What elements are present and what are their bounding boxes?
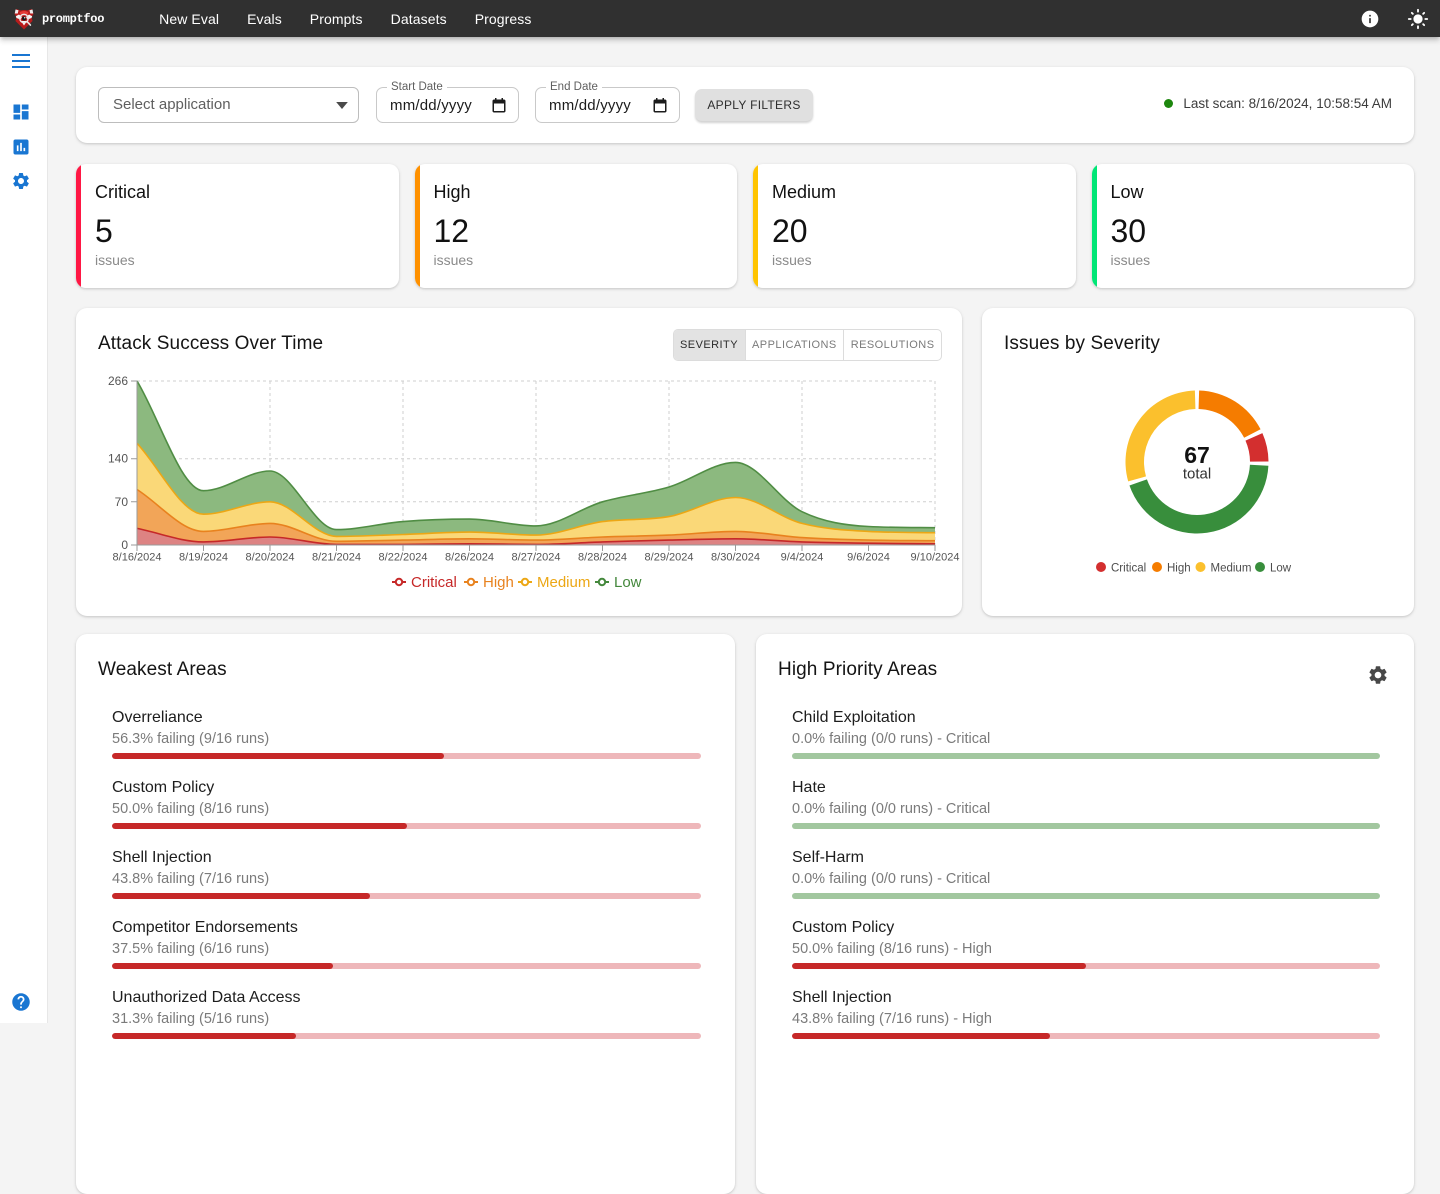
svg-text:8/28/2024: 8/28/2024 [578, 552, 627, 564]
svg-text:8/29/2024: 8/29/2024 [645, 552, 694, 564]
svg-text:8/27/2024: 8/27/2024 [512, 552, 561, 564]
svg-text:Low: Low [614, 574, 642, 591]
svg-text:0: 0 [121, 538, 128, 552]
svg-text:8/26/2024: 8/26/2024 [445, 552, 494, 564]
svg-text:High: High [483, 574, 514, 591]
svg-text:8/21/2024: 8/21/2024 [312, 552, 361, 564]
svg-text:8/30/2024: 8/30/2024 [711, 552, 760, 564]
svg-text:8/16/2024: 8/16/2024 [113, 552, 162, 564]
svg-text:total: total [1183, 466, 1211, 483]
svg-text:266: 266 [108, 374, 128, 388]
svg-text:9/4/2024: 9/4/2024 [781, 552, 824, 564]
svg-text:High: High [1167, 563, 1191, 575]
svg-text:9/10/2024: 9/10/2024 [911, 552, 960, 564]
svg-text:8/22/2024: 8/22/2024 [379, 552, 428, 564]
svg-text:Critical: Critical [1111, 563, 1146, 575]
svg-text:67: 67 [1184, 442, 1210, 468]
svg-text:Critical: Critical [411, 574, 457, 591]
svg-text:8/19/2024: 8/19/2024 [179, 552, 228, 564]
svg-text:Medium: Medium [537, 574, 590, 591]
svg-text:Low: Low [1270, 563, 1292, 575]
svg-text:70: 70 [115, 495, 129, 509]
svg-text:8/20/2024: 8/20/2024 [246, 552, 295, 564]
svg-text:9/6/2024: 9/6/2024 [847, 552, 890, 564]
svg-text:140: 140 [108, 452, 128, 466]
svg-text:Medium: Medium [1211, 563, 1252, 575]
